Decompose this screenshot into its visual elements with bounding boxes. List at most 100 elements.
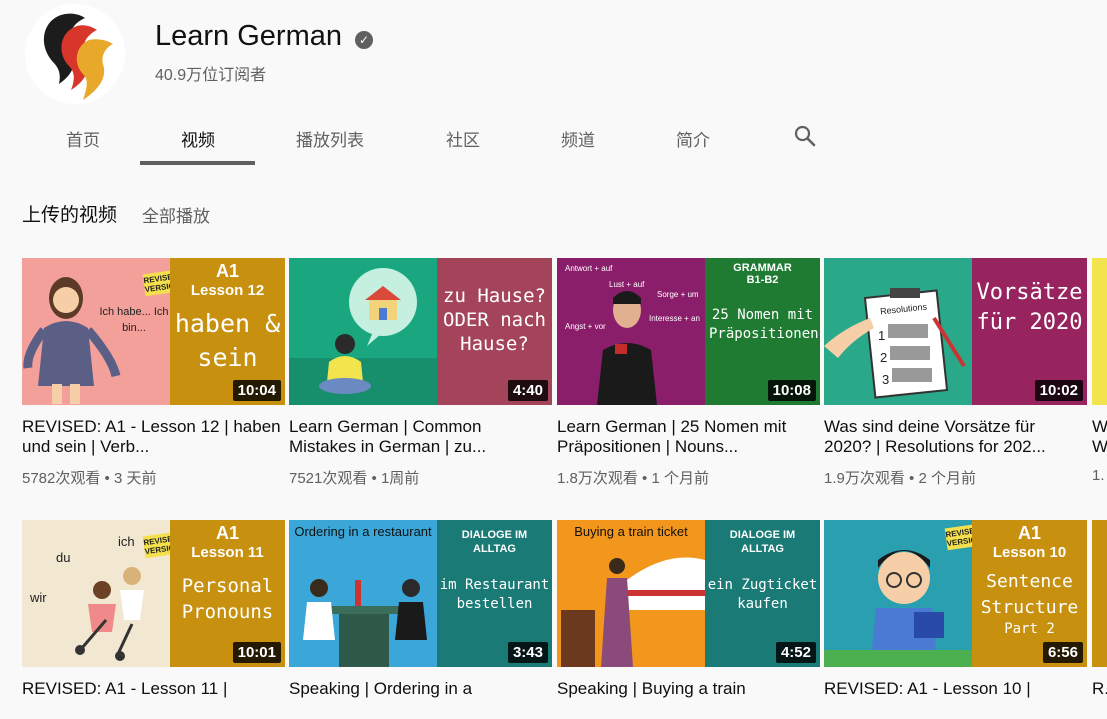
note-text: Angst + vor: [565, 322, 606, 331]
video-card[interactable]: zu Hause? ODER nach Hause? 4:40 Learn Ge…: [289, 258, 552, 488]
level-label: A1: [215, 261, 239, 281]
note-text: Interesse + an: [649, 314, 700, 323]
upload-age: 2 个月前: [918, 470, 976, 487]
topic-label: ein Zugticket kaufen: [707, 577, 818, 612]
video-card[interactable]: Antwort + auf Lust + auf Sorge + um Inte…: [557, 258, 820, 488]
topic-label: im Restaurant bestellen: [439, 577, 550, 612]
part-label: Part 2: [1004, 621, 1055, 637]
channel-avatar[interactable]: [25, 4, 125, 104]
thumbnail-illustration: [289, 258, 437, 405]
video-card-partial[interactable]: W... W... 1.: [1092, 258, 1107, 484]
video-title[interactable]: Speaking | Ordering in a: [289, 679, 552, 719]
video-title[interactable]: Learn German | 25 Nomen mit Präpositione…: [557, 417, 820, 457]
channel-logo-icon: [43, 13, 113, 100]
upload-age: 3 天前: [113, 470, 157, 487]
level-label: A1: [1017, 523, 1041, 543]
thumbnail-caption: Buying a train ticket: [574, 524, 688, 539]
upload-age: 1 个月前: [651, 470, 709, 487]
video-title[interactable]: Learn German | Common Mistakes in German…: [289, 417, 552, 457]
topic-label: Sentence Structure: [980, 571, 1079, 618]
video-card[interactable]: Buying a train ticket DIALOGE IM ALLTAG …: [557, 520, 820, 719]
video-thumbnail[interactable]: zu Hause? ODER nach Hause? 4:40: [289, 258, 552, 405]
video-duration: 10:02: [1034, 380, 1083, 401]
topic-label: Personal Pronouns: [181, 575, 274, 623]
video-duration: 10:01: [232, 642, 281, 663]
verified-check-icon: ✓: [355, 31, 373, 49]
video-title[interactable]: REVISED: A1 - Lesson 12 | haben und sein…: [22, 417, 285, 457]
view-count: 7521次观看: [289, 470, 368, 487]
thumbnail-illustration: Ich habe... Ich bin... REVISED VERSION: [22, 258, 181, 405]
series-label: DIALOGE IM ALLTAG: [729, 529, 796, 555]
video-card[interactable]: Resolutions 1 2 3 Vorsätze für 2020 10:0…: [824, 258, 1087, 488]
list-number: 2: [880, 350, 888, 365]
video-duration: 4:40: [507, 380, 548, 401]
view-count: 1.8万次观看: [557, 470, 638, 487]
video-title[interactable]: R...: [1092, 679, 1107, 719]
video-thumbnail[interactable]: [1092, 258, 1107, 405]
note-text: Lust + auf: [609, 280, 645, 289]
section-title: 上传的视频: [22, 205, 118, 226]
lesson-label: Lesson 11: [191, 544, 264, 561]
video-duration: 10:08: [767, 380, 816, 401]
topic-label: zu Hause? ODER nach Hause?: [443, 285, 546, 355]
speech-text: Ich habe... Ich bin...: [99, 306, 169, 334]
lesson-label: Lesson 12: [190, 282, 265, 299]
series-label: DIALOGE IM ALLTAG: [461, 529, 528, 555]
subscriber-count: 40.9万位订阅者: [155, 67, 267, 84]
tab-community[interactable]: 社区: [444, 126, 482, 166]
tab-playlists[interactable]: 播放列表: [294, 126, 366, 166]
video-card[interactable]: Ordering in a restaurant DIALOGE IM ALLT…: [289, 520, 552, 719]
thumbnail-caption: Ordering in a restaurant: [294, 524, 432, 539]
video-thumbnail[interactable]: Ordering in a restaurant DIALOGE IM ALLT…: [289, 520, 552, 667]
video-thumbnail[interactable]: Antwort + auf Lust + auf Sorge + um Inte…: [557, 258, 820, 405]
video-thumbnail[interactable]: Resolutions 1 2 3 Vorsätze für 2020 10:0…: [824, 258, 1087, 405]
video-title[interactable]: Speaking | Buying a train: [557, 679, 820, 719]
video-meta: 1.9万次观看 • 2 个月前: [824, 470, 976, 487]
video-title[interactable]: W... W...: [1092, 417, 1107, 457]
video-title[interactable]: REVISED: A1 - Lesson 10 |: [824, 679, 1087, 719]
search-icon[interactable]: [793, 124, 817, 148]
tab-about[interactable]: 简介: [674, 126, 712, 166]
video-card[interactable]: ich du wir REVISED VERSION A1 Lesson 11 …: [22, 520, 285, 719]
list-number: 3: [882, 372, 890, 387]
level-label: A1: [215, 523, 239, 543]
video-title[interactable]: Was sind deine Vorsätze für 2020? | Reso…: [824, 417, 1087, 457]
view-count: 1.: [1092, 467, 1105, 484]
video-thumbnail[interactable]: Ich habe... Ich bin... REVISED VERSION A…: [22, 258, 285, 405]
tab-home[interactable]: 首页: [64, 126, 102, 166]
video-card-partial[interactable]: R...: [1092, 520, 1107, 719]
thumbnail-illustration: Resolutions 1 2 3: [824, 258, 972, 405]
video-meta: 5782次观看 • 3 天前: [22, 470, 157, 487]
pronoun-text: wir: [30, 590, 47, 605]
video-thumbnail[interactable]: ich du wir REVISED VERSION A1 Lesson 11 …: [22, 520, 285, 667]
video-card[interactable]: Ich habe... Ich bin... REVISED VERSION A…: [22, 258, 285, 488]
thumbnail-illustration: ich du wir REVISED VERSION: [22, 520, 181, 667]
video-duration: 6:56: [1042, 642, 1083, 663]
tab-channels[interactable]: 频道: [559, 126, 597, 166]
video-thumbnail[interactable]: [1092, 520, 1107, 667]
pronoun-text: ich: [118, 534, 135, 549]
note-text: Sorge + um: [657, 290, 699, 299]
thumbnail-illustration: Ordering in a restaurant: [289, 520, 437, 667]
lesson-label: Lesson 10: [992, 544, 1067, 561]
video-meta: 1.8万次观看 • 1 个月前: [557, 470, 709, 487]
grammar-label: GRAMMAR: [733, 262, 792, 274]
upload-age: 1周前: [380, 470, 420, 487]
thumbnail-illustration: REVISED VERSION: [824, 520, 983, 667]
play-all-button[interactable]: 全部播放: [142, 202, 210, 227]
topic-label: haben & sein: [174, 309, 281, 372]
video-duration: 3:43: [507, 642, 548, 663]
channel-name: Learn German: [155, 20, 342, 52]
video-meta: 7521次观看 • 1周前: [289, 470, 420, 487]
view-count: 5782次观看: [22, 470, 101, 487]
tab-videos[interactable]: 视频: [178, 126, 218, 166]
video-thumbnail[interactable]: Buying a train ticket DIALOGE IM ALLTAG …: [557, 520, 820, 667]
note-text: Antwort + auf: [565, 264, 613, 273]
topic-label: 25 Nomen mit Präpositionen: [709, 307, 819, 342]
channel-header: Learn German ✓ 40.9万位订阅者 首页 视频 播放列表 社区 频…: [0, 0, 1107, 166]
video-thumbnail[interactable]: REVISED VERSION A1 Lesson 10 Sentence St…: [824, 520, 1087, 667]
list-number: 1: [878, 328, 886, 343]
video-title[interactable]: REVISED: A1 - Lesson 11 |: [22, 679, 285, 719]
thumbnail-illustration: Buying a train ticket: [557, 520, 705, 667]
video-card[interactable]: REVISED VERSION A1 Lesson 10 Sentence St…: [824, 520, 1087, 719]
